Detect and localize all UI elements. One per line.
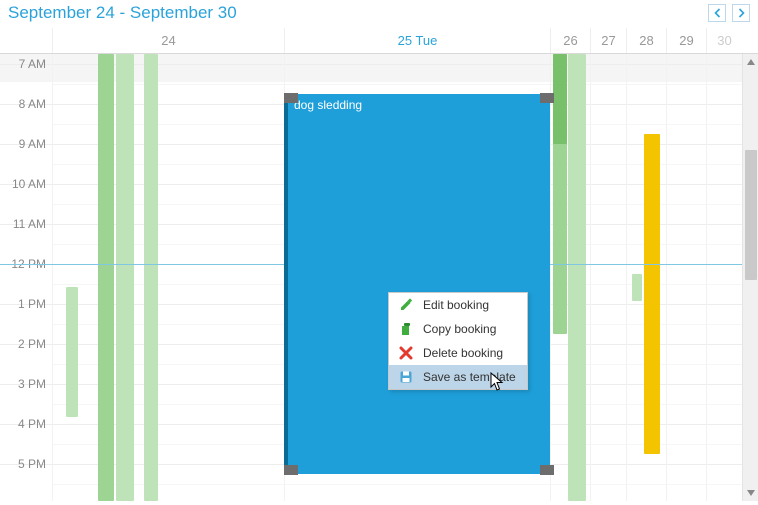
context-menu-item[interactable]: Delete booking (389, 341, 527, 365)
availability-slot[interactable] (553, 54, 567, 144)
time-label: 1 PM (18, 297, 46, 311)
day-separator (626, 54, 627, 501)
time-label: 10 AM (12, 177, 46, 191)
day-header-label: 28 (639, 33, 653, 48)
delete-icon (399, 346, 413, 360)
chevron-right-icon (738, 8, 745, 18)
next-week-button[interactable] (732, 4, 750, 22)
day-header-label: 24 (161, 33, 175, 48)
day-header[interactable]: 24 (52, 28, 284, 53)
day-separator (52, 54, 53, 501)
day-header-label: 29 (679, 33, 693, 48)
day-header[interactable]: 25 Tue (284, 28, 550, 53)
availability-slot[interactable] (644, 134, 660, 454)
availability-slot[interactable] (66, 287, 78, 417)
day-header-label: 25 Tue (398, 33, 438, 48)
day-header-label: 30 (717, 33, 731, 48)
day-header[interactable]: 26 (550, 28, 590, 53)
day-header[interactable]: 28 (626, 28, 666, 53)
prev-week-button[interactable] (708, 4, 726, 22)
day-separator (550, 54, 551, 501)
scroll-up-button[interactable] (743, 54, 758, 70)
time-label: 9 AM (19, 137, 46, 151)
day-header[interactable]: 27 (590, 28, 626, 53)
time-label: 11 AM (13, 217, 46, 231)
day-header[interactable]: 30 (706, 28, 742, 53)
availability-slot[interactable] (568, 54, 586, 501)
scroll-down-button[interactable] (743, 485, 758, 501)
time-label: 5 PM (18, 457, 46, 471)
context-menu-item-label: Delete booking (423, 346, 503, 360)
time-gutter-header (0, 28, 52, 53)
context-menu-item-label: Edit booking (423, 298, 489, 312)
date-range: September 24 - September 30 (8, 3, 237, 23)
event-title: dog sledding (294, 98, 544, 112)
context-menu: Edit booking Copy booking Delete booking Sa… (388, 292, 528, 390)
pencil-icon (399, 298, 413, 312)
context-menu-item[interactable]: Edit booking (389, 293, 527, 317)
triangle-up-icon (747, 59, 755, 65)
day-separator (590, 54, 591, 501)
event-block[interactable]: dog sledding (284, 94, 550, 474)
day-header-label: 26 (563, 33, 577, 48)
time-label: 8 AM (19, 97, 46, 111)
event-resize-handle[interactable] (540, 93, 554, 103)
context-menu-item[interactable]: Copy booking (389, 317, 527, 341)
availability-slot[interactable] (144, 54, 158, 501)
event-resize-handle[interactable] (284, 465, 298, 475)
scroll-thumb[interactable] (745, 150, 757, 280)
day-header-label: 27 (601, 33, 615, 48)
triangle-down-icon (747, 490, 755, 496)
copy-icon (399, 322, 413, 336)
vertical-scrollbar[interactable] (742, 54, 758, 501)
time-label: 4 PM (18, 417, 46, 431)
context-menu-item[interactable]: Save as template (389, 365, 527, 389)
day-separator (666, 54, 667, 501)
calendar-grid[interactable]: dog sledding 7 AM8 AM9 AM10 AM11 AM12 PM… (0, 54, 742, 501)
event-resize-handle[interactable] (540, 465, 554, 475)
time-label: 7 AM (19, 57, 46, 71)
availability-slot[interactable] (632, 274, 642, 301)
day-header-row: 24 25 Tue 26 27 28 29 30 (0, 28, 758, 54)
save-icon (399, 370, 413, 384)
time-gutter: 7 AM8 AM9 AM10 AM11 AM12 PM1 PM2 PM3 PM4… (0, 54, 52, 501)
context-menu-item-label: Copy booking (423, 322, 496, 336)
week-nav (708, 4, 750, 22)
day-header[interactable]: 29 (666, 28, 706, 53)
availability-slot[interactable] (116, 54, 134, 501)
time-label: 3 PM (18, 377, 46, 391)
scroll-trough[interactable] (743, 70, 758, 485)
event-resize-handle[interactable] (284, 93, 298, 103)
chevron-left-icon (714, 8, 721, 18)
time-label: 2 PM (18, 337, 46, 351)
day-separator (706, 54, 707, 501)
availability-slot[interactable] (98, 54, 114, 501)
context-menu-item-label: Save as template (423, 370, 516, 384)
